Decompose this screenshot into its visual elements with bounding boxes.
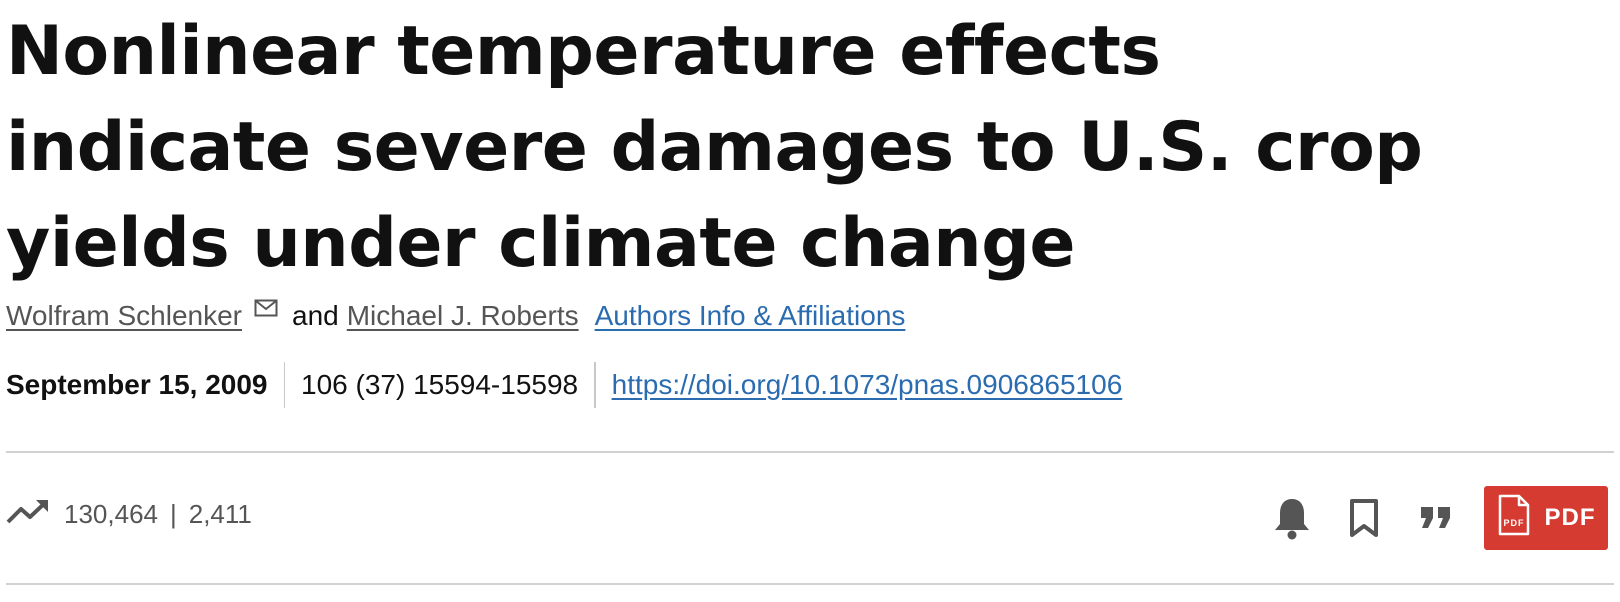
- publication-date: September 15, 2009: [6, 369, 268, 400]
- pdf-icon-text: PDF: [1503, 518, 1524, 528]
- article-title: Nonlinear temperature effects indicate s…: [6, 12, 1423, 283]
- authors-affiliations-link[interactable]: Authors Info & Affiliations: [595, 300, 906, 332]
- section-divider: [6, 451, 1614, 453]
- publication-meta: September 15, 2009 106 (37) 15594-15598 …: [6, 362, 1122, 408]
- citations-count: 2,411: [188, 499, 252, 529]
- views-count: 130,464: [64, 499, 158, 529]
- metrics-separator: |: [169, 499, 177, 529]
- quote-icon[interactable]: [1412, 487, 1460, 549]
- article-header: Nonlinear temperature effects indicate s…: [6, 0, 1614, 585]
- meta-divider: [594, 362, 596, 408]
- meta-divider: [283, 362, 285, 408]
- trending-up-icon: [6, 498, 50, 531]
- author-conjunction: and: [292, 300, 339, 331]
- mail-icon[interactable]: [254, 292, 278, 324]
- pdf-button-label: PDF: [1544, 504, 1596, 531]
- doi-link[interactable]: https://doi.org/10.1073/pnas.0906865106: [612, 369, 1123, 401]
- pdf-download-button[interactable]: PDF PDF: [1484, 486, 1608, 550]
- author-list: Wolfram Schlenker and Michael J. Roberts…: [6, 299, 906, 332]
- section-divider: [6, 583, 1614, 585]
- author-link-schlenker[interactable]: Wolfram Schlenker: [6, 300, 242, 332]
- volume-issue-pages: 106 (37) 15594-15598: [301, 369, 579, 400]
- bell-icon[interactable]: [1268, 487, 1316, 549]
- bookmark-icon[interactable]: [1340, 487, 1388, 549]
- article-actions: PDF PDF: [1268, 486, 1608, 550]
- article-metrics[interactable]: 130,464 | 2,411: [6, 498, 252, 531]
- author-link-roberts[interactable]: Michael J. Roberts: [347, 300, 579, 332]
- pdf-file-icon: PDF: [1497, 494, 1531, 543]
